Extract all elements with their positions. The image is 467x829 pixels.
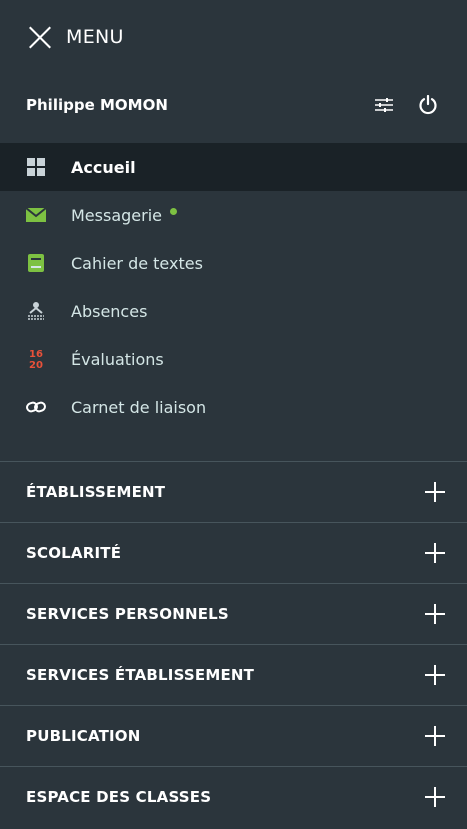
close-icon[interactable] bbox=[28, 25, 52, 49]
nav-item-label: Accueil bbox=[71, 157, 136, 177]
section-label: ÉTABLISSEMENT bbox=[26, 483, 166, 501]
user-row: Philippe MOMON bbox=[0, 74, 467, 136]
unread-dot-icon bbox=[170, 207, 177, 215]
absences-icon bbox=[26, 301, 46, 321]
menu-header: MENU bbox=[0, 0, 467, 74]
plus-icon[interactable] bbox=[425, 787, 445, 807]
nav-item-carnet-de-liaison[interactable]: Carnet de liaison bbox=[0, 383, 467, 431]
user-name: Philippe MOMON bbox=[26, 96, 168, 114]
plus-icon[interactable] bbox=[425, 543, 445, 563]
nav-item-messagerie[interactable]: Messagerie bbox=[0, 191, 467, 239]
section-etablissement[interactable]: ÉTABLISSEMENT bbox=[0, 461, 467, 522]
nav-item-label: Évaluations bbox=[71, 349, 164, 369]
nav-item-label: Absences bbox=[71, 301, 148, 321]
nav-item-label: Messagerie bbox=[71, 205, 162, 225]
plus-icon[interactable] bbox=[425, 665, 445, 685]
envelope-icon bbox=[26, 205, 46, 225]
section-label: SERVICES PERSONNELS bbox=[26, 605, 229, 623]
section-scolarite[interactable]: SCOLARITÉ bbox=[0, 522, 467, 583]
main-nav: Accueil Messagerie Cahier de textes Abse… bbox=[0, 136, 467, 461]
side-menu: MENU Philippe MOMON Accueil Messagerie C… bbox=[0, 0, 467, 829]
section-services-etablissement[interactable]: SERVICES ÉTABLISSEMENT bbox=[0, 644, 467, 705]
grade-icon: 16 20 bbox=[26, 349, 46, 370]
notebook-icon bbox=[26, 253, 46, 273]
plus-icon[interactable] bbox=[425, 726, 445, 746]
plus-icon[interactable] bbox=[425, 482, 445, 502]
grid-icon bbox=[26, 157, 46, 177]
nav-item-absences[interactable]: Absences bbox=[0, 287, 467, 335]
section-label: SCOLARITÉ bbox=[26, 544, 122, 562]
menu-title: MENU bbox=[66, 26, 124, 48]
settings-sliders-icon[interactable] bbox=[370, 91, 398, 119]
nav-item-cahier-de-textes[interactable]: Cahier de textes bbox=[0, 239, 467, 287]
nav-item-label: Carnet de liaison bbox=[71, 397, 207, 417]
link-icon bbox=[26, 397, 46, 417]
section-espace-des-classes[interactable]: ESPACE DES CLASSES bbox=[0, 766, 467, 827]
nav-item-accueil[interactable]: Accueil bbox=[0, 143, 467, 191]
section-label: SERVICES ÉTABLISSEMENT bbox=[26, 666, 255, 684]
section-label: PUBLICATION bbox=[26, 727, 141, 745]
section-services-personnels[interactable]: SERVICES PERSONNELS bbox=[0, 583, 467, 644]
nav-item-evaluations[interactable]: 16 20 Évaluations bbox=[0, 335, 467, 383]
grade-icon-bottom: 20 bbox=[29, 360, 43, 370]
section-publication[interactable]: PUBLICATION bbox=[0, 705, 467, 766]
nav-item-label: Cahier de textes bbox=[71, 253, 203, 273]
plus-icon[interactable] bbox=[425, 604, 445, 624]
section-label: ESPACE DES CLASSES bbox=[26, 788, 212, 806]
grade-icon-top: 16 bbox=[29, 349, 43, 360]
power-icon[interactable] bbox=[414, 91, 442, 119]
